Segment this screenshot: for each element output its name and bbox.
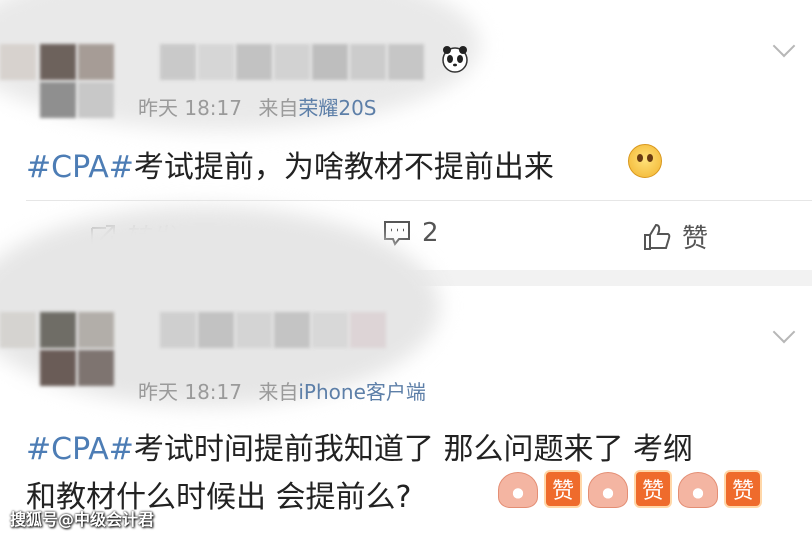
chevron-down-icon[interactable] — [772, 34, 796, 58]
chevron-down-icon[interactable] — [772, 320, 796, 344]
comment-button[interactable]: 2 — [382, 218, 439, 248]
fan-sticker-icon — [588, 472, 628, 508]
worried-face-icon — [628, 144, 662, 178]
post-meta: 昨天 18:17 来自荣耀20S — [138, 92, 377, 121]
zan-sticker: 赞 — [636, 472, 670, 506]
fan-sticker-icon — [678, 472, 718, 508]
post-source[interactable]: 荣耀20S — [298, 96, 376, 120]
like-label: 赞 — [682, 224, 709, 254]
sticker-row: 赞 赞 赞 — [498, 472, 760, 508]
post-body: 考试提前，为啥教材不提前出来 — [133, 150, 554, 185]
post-time: 昨天 18:17 — [138, 380, 242, 404]
post-from-label: 来自 — [258, 380, 299, 404]
fan-sticker-icon — [498, 472, 538, 508]
post-time: 昨天 18:17 — [138, 96, 242, 120]
watermark: 搜狐号@中级会计君 — [10, 510, 155, 529]
post-from-label: 来自 — [258, 96, 299, 120]
post-body-line-1: 考试时间提前我知道了 那么问题来了 考纲 — [133, 432, 693, 467]
post-card-2: 昨天 18:17 来自iPhone客户端 #CPA#考试时间提前我知道了 那么问… — [0, 206, 812, 535]
panda-icon — [442, 46, 468, 73]
post-meta: 昨天 18:17 来自iPhone客户端 — [138, 376, 426, 405]
post-text-line-1: #CPA#考试时间提前我知道了 那么问题来了 考纲 — [26, 424, 693, 468]
thumbs-up-icon — [644, 223, 671, 250]
post-source[interactable]: iPhone客户端 — [298, 380, 426, 404]
comment-count: 2 — [422, 218, 439, 248]
like-button[interactable]: 赞 — [642, 218, 708, 255]
zan-sticker: 赞 — [726, 472, 760, 506]
zan-sticker: 赞 — [546, 472, 580, 506]
post-text: #CPA#考试提前，为啥教材不提前出来 — [26, 142, 554, 186]
divider — [26, 200, 812, 201]
hashtag-link[interactable]: #CPA# — [26, 432, 134, 467]
hashtag-link[interactable]: #CPA# — [26, 150, 134, 185]
